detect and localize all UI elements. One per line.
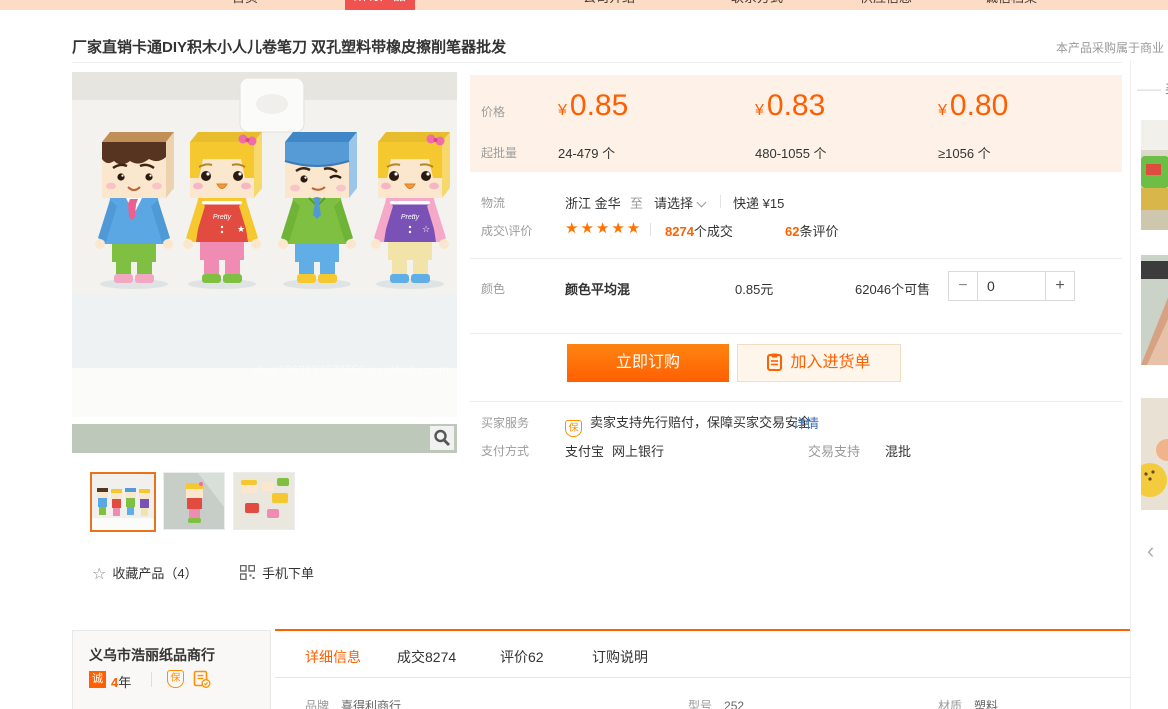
credit-cheng-badge-icon: 诚 — [89, 671, 106, 688]
detail-tabbar: 详细信息 成交8274 评价62 订购说明 — [275, 629, 1168, 678]
quantity-increase-button[interactable]: + — [1045, 271, 1075, 301]
photo-watermark: shop1363237070556.cn.alibaba.com — [252, 363, 449, 377]
moq-label: 起批量 — [481, 144, 517, 161]
quantity-input[interactable]: 0 — [978, 271, 1045, 301]
shop-nav: 首页 所有产品 公司介绍 联系方式 供应信息 诚信档案 — [0, 0, 1168, 10]
price-tier-1: ¥0.85 — [558, 89, 628, 123]
tab-detail-info[interactable]: 详细信息 — [305, 647, 361, 667]
deals-reviews-label: 成交\评价 — [481, 222, 532, 239]
logistics-origin: 浙江 金华 — [565, 193, 621, 212]
magnifier-button[interactable] — [430, 426, 454, 450]
magnifier-icon — [430, 426, 454, 450]
add-to-cart-label: 加入进货单 — [790, 354, 870, 371]
moq-tier-2: 480-1055 个 — [755, 143, 827, 162]
order-now-button[interactable]: 立即订购 — [567, 344, 729, 382]
svg-text:☆: ☆ — [422, 224, 430, 234]
divider — [470, 333, 1122, 334]
svg-text:★: ★ — [237, 224, 245, 234]
destination-select[interactable]: 请选择 — [654, 193, 705, 212]
protection-shield-icon: 保 — [167, 670, 184, 688]
add-to-cart-button[interactable]: 加入进货单 — [737, 344, 901, 382]
mobile-order-button[interactable]: 手机下单 — [240, 563, 314, 582]
divider — [470, 258, 1122, 259]
tab-deals[interactable]: 成交8274 — [397, 647, 456, 667]
tab-order-notes[interactable]: 订购说明 — [592, 647, 648, 667]
buyer-service-text: 保卖家支持先行赔付，保障买家交易安全 — [565, 412, 811, 437]
price-tier-3: ¥0.80 — [938, 89, 1008, 123]
nav-item-credit[interactable]: 诚信档案 — [985, 0, 1037, 8]
recommended-item-3[interactable] — [1141, 398, 1168, 510]
svg-text:Pretty: Pretty — [401, 214, 420, 221]
payment-method-bank: 网上银行 — [612, 441, 664, 460]
payment-method-alipay: 支付宝 — [565, 441, 604, 460]
price-panel: 价格 ¥0.85 ¥0.83 ¥0.80 起批量 24-479 个 480-10… — [470, 75, 1122, 172]
star-icon: ☆ — [92, 566, 106, 583]
service-details-link[interactable]: 详情 — [793, 413, 819, 432]
recommended-item-1[interactable] — [1141, 120, 1168, 230]
svg-text:Pretty: Pretty — [213, 214, 232, 221]
thumbnail-3-image — [234, 473, 294, 529]
protection-shield-icon: 保 — [565, 420, 582, 437]
rating-stars-icon: ★★★★★ — [565, 219, 642, 237]
clipboard-icon — [767, 353, 783, 371]
spec-model: 型号252 — [688, 697, 744, 709]
thumbnail-3[interactable] — [233, 472, 295, 530]
image-zoom-bar — [72, 424, 457, 453]
mobile-order-label: 手机下单 — [262, 566, 314, 581]
recommended-item-2[interactable] — [1141, 255, 1168, 365]
payment-label: 支付方式 — [481, 442, 529, 459]
sidebar-header: ——买家推荐 — [1137, 80, 1168, 97]
quantity-stepper: − 0 + — [948, 271, 1075, 301]
express-fee: 快递 ¥15 — [733, 193, 784, 212]
title-divider — [72, 62, 1122, 63]
price-tier-2: ¥0.83 — [755, 89, 825, 123]
certified-doc-icon — [193, 670, 211, 688]
reviews-count-link[interactable]: 62条评价 — [785, 221, 838, 240]
product-photo-illustration: Pretty ★ — [72, 72, 457, 417]
nav-item-contact[interactable]: 联系方式 — [731, 0, 783, 8]
spec-material: 材质塑料 — [938, 697, 998, 709]
moq-tier-1: 24-479 个 — [558, 143, 615, 162]
sku-stock: 62046个可售 — [855, 279, 930, 298]
sku-name: 颜色平均混 — [565, 279, 630, 298]
moq-tier-3: ≥1056 个 — [938, 143, 991, 162]
nav-item-company[interactable]: 公司介绍 — [583, 0, 635, 8]
logistics-to: 至 — [630, 193, 643, 212]
favorite-product-button[interactable]: ☆ 收藏产品（4） — [92, 563, 198, 584]
separator — [720, 195, 721, 208]
nav-item-home[interactable]: 首页 — [232, 0, 258, 8]
spec-brand: 品牌喜得利商行 — [305, 697, 401, 709]
seller-name[interactable]: 义乌市浩丽纸品商行 — [89, 645, 215, 665]
product-title: 厂家直销卡通DIY积木小人儿卷笔刀 双孔塑料带橡皮擦削笔器批发 — [72, 36, 506, 57]
seller-years: 4年 — [111, 672, 131, 691]
sku-price: 0.85元 — [735, 279, 773, 298]
nav-item-supply[interactable]: 供应信息 — [860, 0, 912, 8]
divider — [470, 401, 1122, 402]
thumbnail-1-image — [92, 474, 154, 530]
deals-count-link[interactable]: 8274个成交 — [665, 221, 733, 240]
price-label: 价格 — [481, 103, 505, 120]
buyer-service-label: 买家服务 — [481, 414, 529, 431]
sku-label: 颜色 — [481, 280, 505, 297]
chevron-down-icon — [697, 198, 707, 208]
seller-card: 义乌市浩丽纸品商行 诚 4年 保 — [72, 630, 271, 709]
nav-item-all-products[interactable]: 所有产品 — [345, 0, 415, 10]
thumbnail-2-image — [164, 473, 224, 529]
recommendation-sidebar: ——买家推荐 — [1130, 60, 1168, 709]
carousel-prev-button[interactable]: ‹ — [1147, 538, 1154, 564]
separator — [650, 223, 651, 236]
quantity-decrease-button[interactable]: − — [948, 271, 978, 301]
separator — [151, 672, 152, 687]
trade-support-value: 混批 — [885, 441, 911, 460]
qr-code-icon — [240, 565, 255, 580]
procurement-note: 本产品采购属于商业 — [1056, 39, 1168, 56]
tab-reviews[interactable]: 评价62 — [500, 647, 544, 667]
thumbnail-1[interactable] — [90, 472, 156, 532]
logistics-label: 物流 — [481, 194, 505, 211]
thumbnail-2[interactable] — [163, 472, 225, 530]
product-main-image[interactable]: Pretty ★ — [72, 72, 457, 417]
trade-support-label: 交易支持 — [808, 441, 860, 460]
product-page: 首页 所有产品 公司介绍 联系方式 供应信息 诚信档案 厂家直销卡通DIY积木小… — [0, 0, 1168, 709]
favorite-label: 收藏产品（4） — [112, 566, 197, 581]
